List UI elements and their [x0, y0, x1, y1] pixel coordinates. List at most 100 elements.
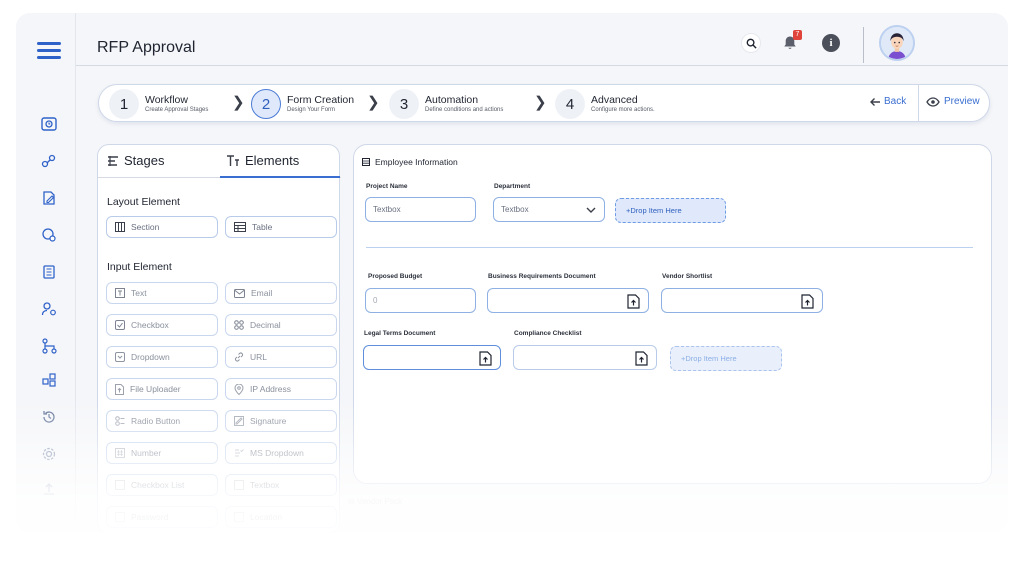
drop-zone[interactable]: +Drop Item Here: [615, 198, 726, 223]
project-name-input[interactable]: Textbox: [365, 197, 476, 222]
step-title: Advanced: [591, 93, 638, 106]
section-icon: [362, 158, 370, 166]
file-upload-icon: [635, 351, 648, 366]
step-workflow[interactable]: 1 Workflow Create Approval Stages: [109, 89, 209, 119]
notification-bell-icon[interactable]: 7: [780, 30, 802, 53]
checkbox-icon: [115, 320, 125, 330]
info-icon[interactable]: i: [822, 34, 840, 52]
department-label: Department: [494, 183, 531, 190]
element-file-uploader[interactable]: File Uploader: [106, 378, 218, 400]
apps-icon[interactable]: [41, 372, 57, 388]
element-textbox[interactable]: Textbox: [225, 474, 337, 496]
element-label: Email: [251, 288, 273, 298]
step-number: 3: [389, 89, 419, 119]
element-password[interactable]: Password: [106, 506, 218, 528]
element-location[interactable]: Location: [225, 506, 337, 528]
hierarchy-icon[interactable]: [41, 338, 57, 354]
element-radio-button[interactable]: Radio Button: [106, 410, 218, 432]
element-number[interactable]: Number: [106, 442, 218, 464]
back-button[interactable]: Back: [869, 96, 906, 107]
element-dropdown[interactable]: Dropdown: [106, 346, 218, 368]
settings-icon[interactable]: [41, 446, 57, 462]
element-text[interactable]: Text: [106, 282, 218, 304]
user-avatar[interactable]: [879, 25, 915, 61]
field-placeholder: Textbox: [373, 205, 401, 214]
element-ms-dropdown[interactable]: MS Dropdown: [225, 442, 337, 464]
compliance-file-upload[interactable]: [513, 345, 657, 370]
section-icon: [115, 222, 125, 232]
file-upload-icon: [115, 383, 124, 395]
element-checkbox[interactable]: Checkbox: [106, 314, 218, 336]
element-checkbox-list[interactable]: Checkbox List: [106, 474, 218, 496]
number-icon: [115, 448, 125, 458]
tab-elements[interactable]: Elements: [226, 153, 299, 168]
layout-element-heading: Layout Element: [107, 196, 180, 208]
top-bar: RFP Approval 7 i: [76, 13, 1008, 66]
budget-input[interactable]: 0: [365, 288, 476, 313]
element-label: Location: [250, 512, 283, 522]
password-icon: [115, 512, 125, 522]
budget-value: 0: [373, 296, 378, 305]
drop-label: +Drop Item Here: [626, 206, 682, 215]
preview-label: Preview: [944, 96, 980, 107]
element-url[interactable]: URL: [225, 346, 337, 368]
vendor-file-upload[interactable]: [661, 288, 823, 313]
step-subtitle: Define conditions and actions: [425, 106, 504, 113]
back-label: Back: [884, 96, 907, 107]
legal-file-upload[interactable]: [363, 345, 501, 370]
dashboard-icon[interactable]: [41, 116, 57, 132]
hamburger-menu-icon[interactable]: [37, 42, 61, 63]
element-label: Checkbox List: [131, 480, 185, 490]
step-title: Workflow: [145, 93, 188, 106]
table-icon: [234, 222, 246, 232]
element-ip-address[interactable]: IP Address: [225, 378, 337, 400]
workflow-icon[interactable]: [41, 153, 57, 169]
drop-zone[interactable]: +Drop Item Here: [670, 346, 782, 371]
step-advanced[interactable]: 4 Advanced Configure more actions.: [555, 89, 655, 119]
email-icon: [234, 288, 245, 298]
element-label: Section: [131, 222, 160, 232]
form-edit-icon[interactable]: [41, 190, 57, 206]
step-subtitle: Create Approval Stages: [145, 106, 209, 113]
element-label: Password: [131, 512, 169, 522]
chevron-right-icon: ❯: [367, 94, 380, 111]
tab-label: Elements: [245, 153, 300, 168]
active-tab-indicator: [220, 176, 340, 178]
arrow-left-icon: [870, 97, 880, 106]
elements-icon: [227, 155, 239, 166]
history-icon[interactable]: [41, 409, 57, 425]
element-label: Textbox: [250, 480, 280, 490]
upload-icon[interactable]: [41, 481, 57, 497]
department-dropdown[interactable]: Textbox: [493, 197, 605, 222]
element-section[interactable]: Section: [106, 216, 218, 238]
app-window: RFP Approval 7 i 1 Workflow Create Appro…: [16, 13, 1008, 533]
preview-button[interactable]: Preview: [926, 96, 980, 107]
multi-select-icon: [235, 449, 244, 457]
documents-icon[interactable]: [41, 264, 57, 280]
step-title: Form Creation: [287, 93, 355, 106]
users-settings-icon[interactable]: [41, 301, 57, 317]
file-upload-icon: [479, 351, 492, 366]
element-label: File Uploader: [130, 384, 181, 394]
element-decimal[interactable]: Decimal: [225, 314, 337, 336]
progress-stepper: 1 Workflow Create Approval Stages ❯ 2 For…: [98, 84, 990, 122]
text-icon: [115, 288, 125, 298]
tab-stages[interactable]: Stages: [107, 153, 164, 168]
element-label: URL: [250, 352, 268, 362]
form-canvas: Employee Information Project Name Textbo…: [353, 144, 992, 484]
element-table[interactable]: Table: [225, 216, 337, 238]
step-title: Automation: [425, 93, 479, 106]
file-upload-icon: [627, 294, 640, 309]
brd-file-upload[interactable]: [487, 288, 649, 313]
section-divider: [366, 247, 973, 248]
step-form-creation[interactable]: 2 Form Creation Design Your Form: [251, 89, 355, 119]
element-label: Decimal: [250, 320, 281, 330]
decimal-icon: [234, 320, 244, 330]
automation-icon[interactable]: [41, 227, 57, 243]
search-icon[interactable]: [741, 33, 761, 53]
element-signature[interactable]: Signature: [225, 410, 337, 432]
element-label: Checkbox: [131, 320, 169, 330]
element-label: Radio Button: [131, 416, 181, 426]
element-email[interactable]: Email: [225, 282, 337, 304]
step-automation[interactable]: 3 Automation Define conditions and action…: [389, 89, 504, 119]
